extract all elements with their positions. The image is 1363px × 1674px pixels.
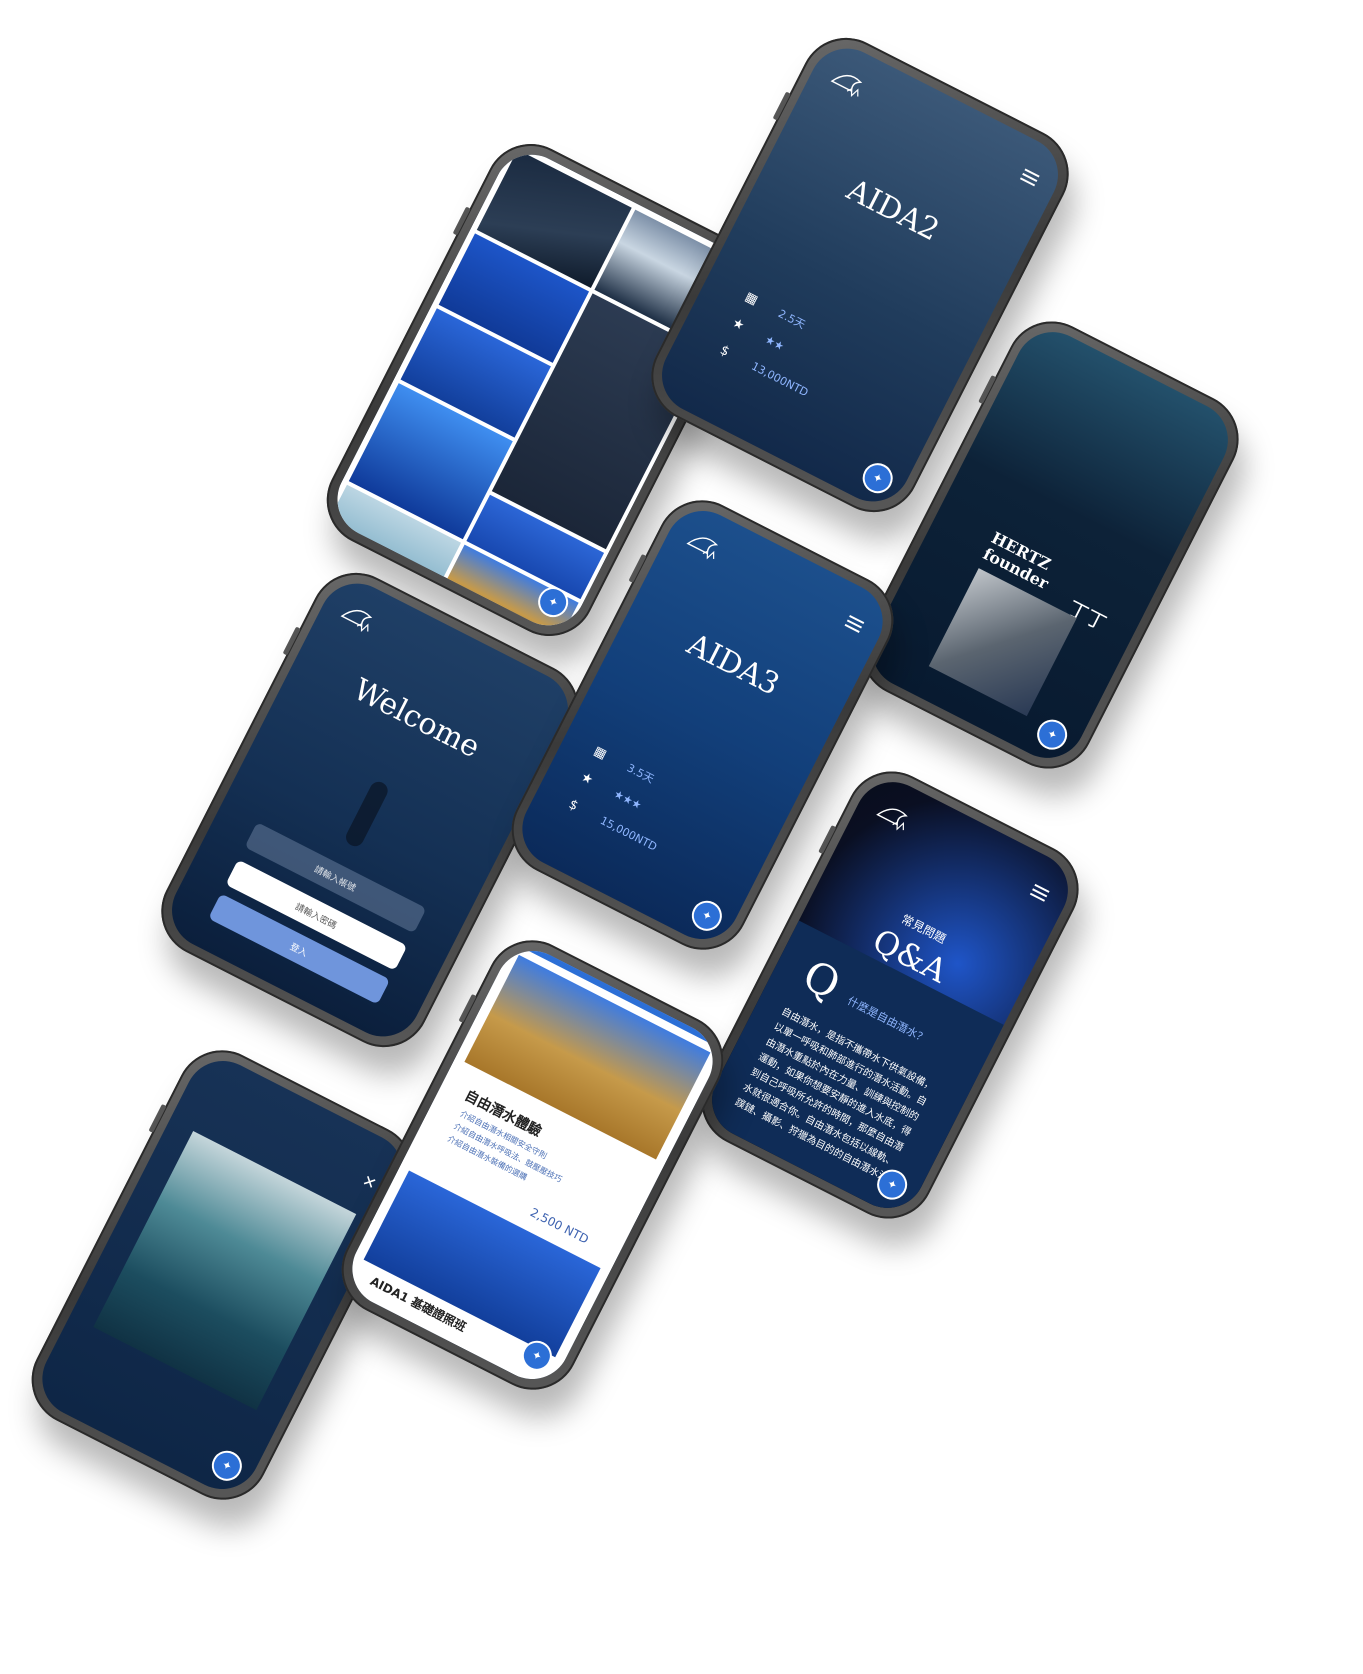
course-title: AIDA2 [841,172,945,249]
info-price: $ 15,000NTD [562,795,660,855]
brand-logo-icon[interactable] [334,595,386,643]
messenger-icon: ✦ [545,593,561,611]
hamburger-menu-icon[interactable] [1019,168,1040,187]
difficulty-stars: ★★★ [611,787,644,813]
messenger-icon: ✦ [884,1176,900,1194]
mockup-stage: ✦ AIDA2 ▦ 2.5天 ★ ★★ $ 13,000NTD ✦ HERTZ … [0,0,1363,1674]
welcome-title: Welcome [347,672,486,766]
hamburger-menu-icon[interactable] [844,614,865,633]
brand-logo-icon[interactable] [680,522,732,570]
messenger-icon: ✦ [699,907,715,925]
q-letter: Q [795,950,849,1010]
diver-figure [342,778,391,850]
messenger-chat-button[interactable]: ✦ [857,458,898,499]
qa-question[interactable]: 什麼是自由潛水？ [845,992,931,1046]
brand-logo-icon[interactable] [824,60,876,108]
star-icon: ★ [578,769,596,789]
calendar-icon: ▦ [591,743,610,763]
messenger-chat-button[interactable]: ✦ [206,1445,248,1486]
star-icon: ★ [729,315,747,334]
messenger-icon: ✦ [529,1347,545,1365]
messenger-icon: ✦ [219,1457,235,1475]
course2-photo[interactable] [363,1170,601,1358]
price-value: 13,000NTD [749,359,811,400]
messenger-icon: ✦ [1044,726,1060,744]
course-title: AIDA3 [681,626,785,703]
info-price: $ 13,000NTD [713,341,811,401]
messenger-chat-button[interactable]: ✦ [1031,714,1073,755]
duration-value: 3.5天 [624,761,657,786]
calendar-icon: ▦ [742,288,761,308]
dollar-icon: $ [566,797,581,815]
photo-enlarged [93,1130,357,1411]
price-value: 15,000NTD [597,813,660,854]
messenger-chat-button[interactable]: ✦ [686,895,728,936]
messenger-icon: ✦ [870,469,886,487]
duration-value: 2.5天 [776,307,808,332]
dollar-icon: $ [717,342,732,360]
difficulty-stars: ★★ [762,332,787,354]
founder-photo [928,568,1077,717]
brand-logo-icon[interactable] [869,793,921,841]
hamburger-menu-icon[interactable] [1029,883,1050,902]
